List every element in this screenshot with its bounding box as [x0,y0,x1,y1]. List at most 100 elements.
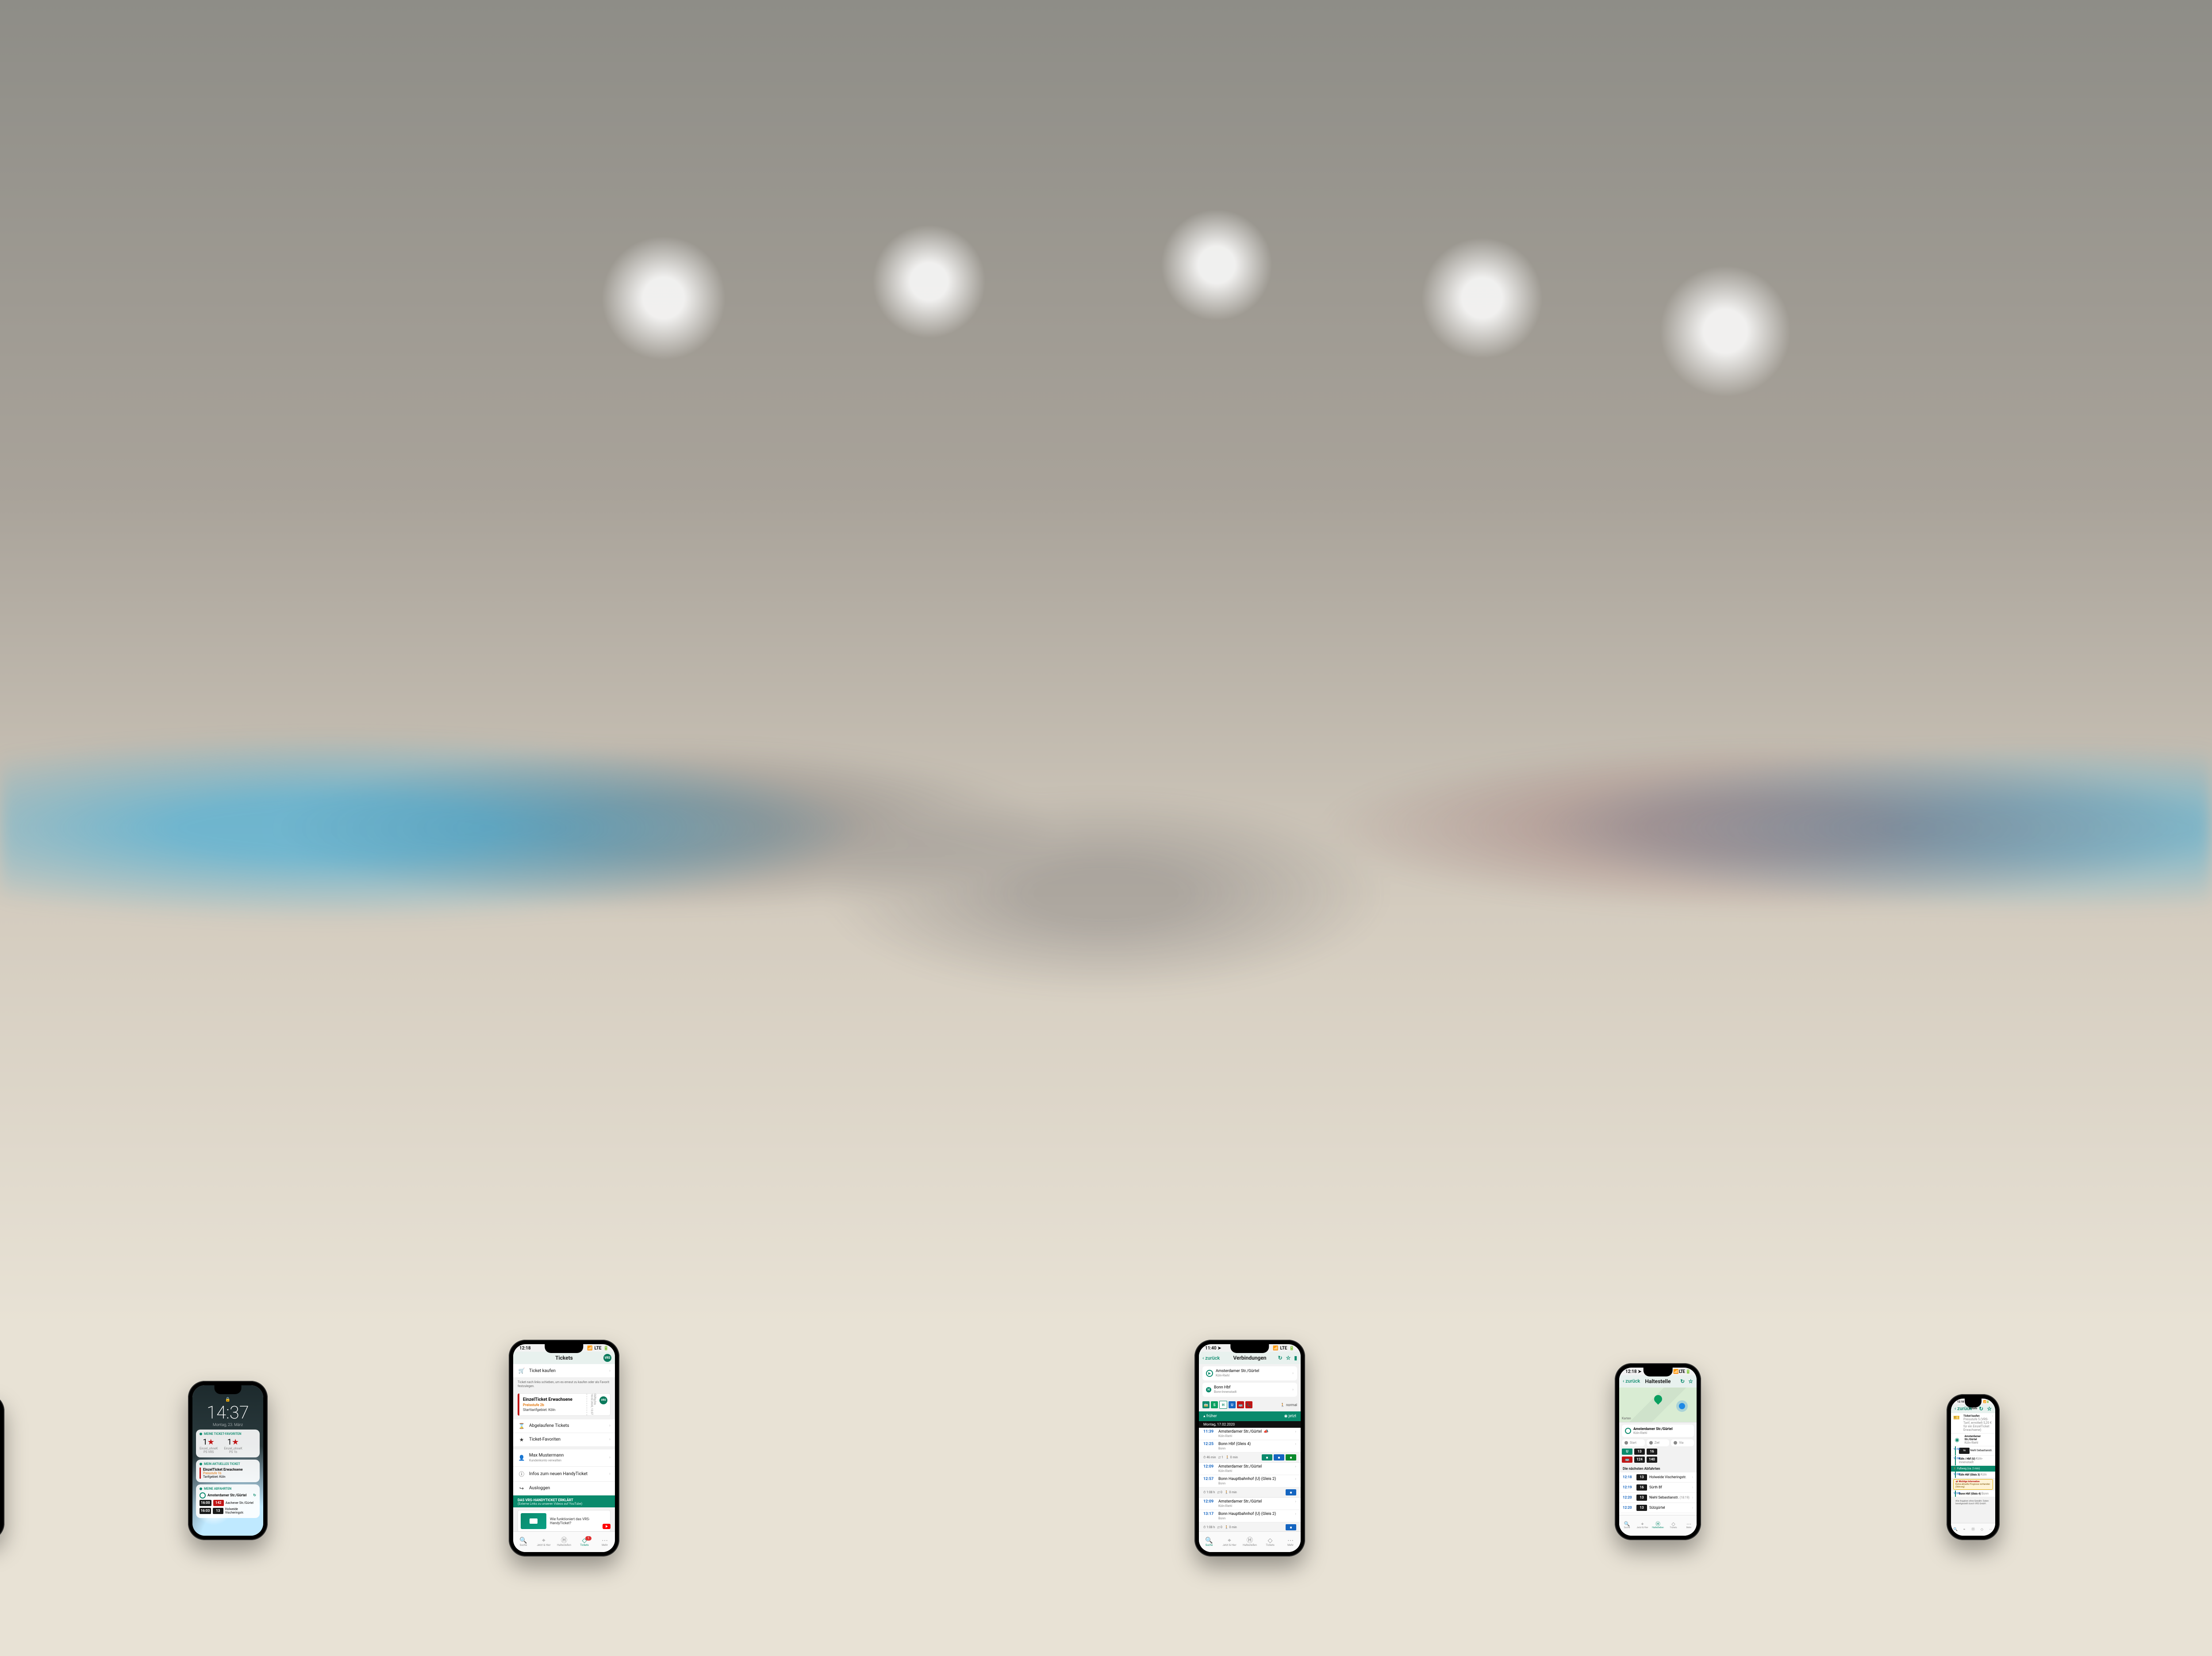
phone-lockscreen: o2-de 📶 🔋 🔒 14:37 Montag, 23. März MEINE… [188,1381,268,1540]
ticket-preisstufe: Preisstufe 1b [203,1472,256,1475]
departure-row[interactable]: 12:1813Holweide Vischeringstr.› [1619,1472,1697,1483]
video-title: Wie funktioniert das VRS-HandyTicket? [550,1517,607,1525]
chevron-right-icon: › [609,1368,611,1373]
tab-tickets[interactable]: ◇ [1978,1523,1986,1536]
back-button[interactable]: ‹ zurück [1202,1355,1220,1361]
youtube-icon[interactable] [603,1524,611,1529]
tab-jetzt[interactable]: ⌖ [1960,1523,1969,1536]
mode-filter[interactable]: 🚋 S H U 🚌 📞 🚶 normal [1199,1399,1301,1411]
mode-callbus-icon[interactable]: 📞 [1245,1401,1252,1408]
tab-mehr[interactable]: ⋯ [1986,1523,1995,1536]
mode-stop-icon[interactable]: H [1219,1401,1227,1409]
phone-verbindungen: 11:40 ➤ 📶LTE🔋 ‹ zurück Verbindungen ↻ ☆ … [1194,1340,1305,1556]
tab-jetzt[interactable]: ⌖Jetzt & Hier [1635,1515,1650,1536]
tab-haltestellen[interactable]: ⒽHaltestellen [1650,1515,1666,1536]
refresh-icon[interactable]: ↻ [1979,1406,1983,1412]
video-link[interactable]: Wie funktioniert das VRS-HandyTicket? [518,1510,611,1532]
to-field[interactable]: H Bonn HbfBonn-Innenstadt › [1202,1383,1297,1397]
mode-bus-icon[interactable]: 🚌 [1237,1401,1244,1408]
mode-sbahn-icon[interactable]: S [1211,1401,1218,1408]
row-info[interactable]: ⓘ Infos zum neuen HandyTicket › [513,1467,615,1482]
line-badge[interactable]: 124 [1634,1457,1645,1463]
tab-mehr[interactable]: ⋯Mehr [1681,1515,1697,1536]
departure-row[interactable]: 12:1916Sürth Bf› [1619,1483,1697,1493]
ziel-button[interactable]: Ziel [1647,1439,1670,1446]
widget-abfahrten[interactable]: MEINE ABFAHRTEN Amsterdamer Str./Gürtel … [196,1484,260,1518]
ticket-card[interactable]: EinzelTicket Erwachsene Preisstufe 2b St… [518,1393,611,1416]
trip-segment[interactable]: 11:56 16 Niehl Sebastianstr. [1951,1446,1995,1456]
widget-aktuelles-ticket[interactable]: MEIN AKTUELLES TICKET EinzelTicket Erwac… [196,1460,260,1482]
walk-speed[interactable]: 🚶 normal [1280,1403,1297,1407]
mode-tram-icon[interactable]: 🚋 [1202,1401,1210,1408]
tab-tickets[interactable]: ◇Tickets [1666,1515,1681,1536]
tab-suche[interactable]: 🔍Suche [1199,1532,1219,1552]
earlier-button[interactable]: ▴ früher [1203,1414,1217,1418]
tab-suche[interactable]: 🔍Suche [1619,1515,1635,1536]
via-button[interactable]: Via [1671,1439,1694,1446]
line-badge[interactable]: 140 [1647,1457,1657,1463]
trip-station: 11:59 Köln Hbf (Gleis 3) Köln [1951,1472,1995,1478]
warning-box[interactable]: 📣 Wichtige InformationKeine aktuelle Pro… [1953,1479,1993,1490]
from-name: Amsterdamer Str./Gürtel [1216,1369,1259,1373]
back-button[interactable]: ‹ zurück [1623,1378,1640,1384]
tab-haltestellen[interactable]: ⒽHaltestellen [554,1532,574,1552]
chevron-right-icon: › [1292,1388,1294,1392]
start-button[interactable]: Start [1622,1439,1645,1446]
ticket-icon[interactable]: ▮ [1294,1355,1297,1361]
widget-title: MEINE ABFAHRTEN [200,1487,256,1491]
refresh-icon[interactable]: ↻ [253,1493,256,1497]
star-icon[interactable]: ☆ [1688,1378,1693,1384]
line-badge[interactable]: 13 [1634,1449,1645,1455]
tab-tickets[interactable]: ◇Tickets [1260,1532,1280,1552]
chevron-right-icon: › [609,1472,611,1476]
refresh-icon[interactable]: ↻ [1680,1378,1685,1384]
row-logout[interactable]: ↪ Ausloggen [513,1482,615,1495]
row-user[interactable]: 👤 Max Mustermann Kundenkonto verwalten › [513,1449,615,1467]
fav-ticket-icon[interactable]: 1★ [224,1438,242,1447]
widget-ticket-favoriten[interactable]: MEINE TICKET-FAVORITEN 1★ Einzel_ohneK P… [196,1430,260,1457]
tab-tickets[interactable]: ◇1Tickets [574,1532,595,1552]
trip-row[interactable]: 12:25Bonn Hbf (Gleis 4)›Bonn [1199,1440,1301,1453]
tab-bar: 🔍 ⌖ Ⓗ ◇ ⋯ [1951,1523,1995,1536]
star-icon[interactable]: ☆ [1286,1355,1291,1361]
section-handyticket-erklaert: DAS VRS-HANDYTICKET ERKLÄRT (Externe Lin… [513,1495,615,1507]
tab-jetzt[interactable]: ⌖Jetzt & Hier [1219,1532,1240,1552]
trip-row[interactable]: 13:17Bonn Hauptbahnhof (U) (Gleis 2)›Bon… [1199,1510,1301,1522]
trip-row[interactable]: 12:09Amsterdamer Str./Gürtel›Köln-Riehl [1199,1498,1301,1510]
tab-mehr[interactable]: ⋯Mehr [595,1532,615,1552]
mode-ubahn-icon[interactable]: U [1229,1401,1236,1408]
now-button[interactable]: ◉ jetzt [1284,1414,1296,1418]
dep-dest: Aachener Str./Gürtel [226,1501,253,1505]
trip-row[interactable]: 12:09Amsterdamer Str./Gürtel›Köln-Riehl [1199,1463,1301,1475]
tab-mehr[interactable]: ⋯Mehr [1280,1532,1301,1552]
departure-row[interactable]: 12:2013Sülzgürtel› [1619,1503,1697,1513]
clock-time: 14:37 [192,1402,263,1423]
chevron-right-icon: › [609,1423,611,1428]
from-field[interactable]: ▶ Amsterdamer Str./GürtelKöln-Riehl › [1202,1366,1297,1380]
tab-jetzt[interactable]: ⌖Jetzt & Hier [534,1532,554,1552]
row-abgelaufene[interactable]: ⌛ Abgelaufene Tickets › [513,1419,615,1433]
widget-title: MEINE TICKET-FAVORITEN [200,1432,256,1436]
stop-icon: ◉ [1953,1437,1961,1443]
star-icon[interactable]: ☆ [1987,1406,1992,1412]
map[interactable]: Karten [1619,1388,1697,1422]
line-badge[interactable]: 16 [1647,1449,1657,1455]
stop-field[interactable]: Amsterdamer Str./GürtelKöln-Riehl [1622,1425,1694,1437]
row-favoriten[interactable]: ★ Ticket-Favoriten › [513,1433,615,1447]
video-thumb [521,1513,546,1529]
mode-bus-icon[interactable]: 🚌 [1622,1457,1632,1463]
user-location-icon [1679,1403,1685,1409]
fav-ticket-icon[interactable]: 1★ [200,1438,218,1447]
tab-haltestellen[interactable]: Ⓗ [1969,1523,1978,1536]
mode-ubahn-icon[interactable]: U [1622,1449,1632,1455]
tab-haltestellen[interactable]: ⒽHaltestellen [1240,1532,1260,1552]
trip-row[interactable]: 12:57Bonn Hauptbahnhof (U) (Gleis 2)›Bon… [1199,1475,1301,1487]
dep-time: 16:00 [200,1500,211,1506]
departure-row[interactable]: 12:2013Niehl Sebastianstr. (18:19)› [1619,1493,1697,1503]
tab-suche[interactable]: 🔍 [1951,1523,1960,1536]
row-ticket-kaufen[interactable]: 🎫 Ticket kaufenPreisstufe 5 (VRS-Tarif, … [1951,1413,1995,1434]
refresh-icon[interactable]: ↻ [1278,1355,1283,1361]
trip-row[interactable]: 11:39Amsterdamer Str./Gürtel📣›Köln-Riehl [1199,1428,1301,1440]
row-ticket-kaufen[interactable]: 🛒 Ticket kaufen › [513,1364,615,1378]
tab-suche[interactable]: 🔍Suche [513,1532,534,1552]
